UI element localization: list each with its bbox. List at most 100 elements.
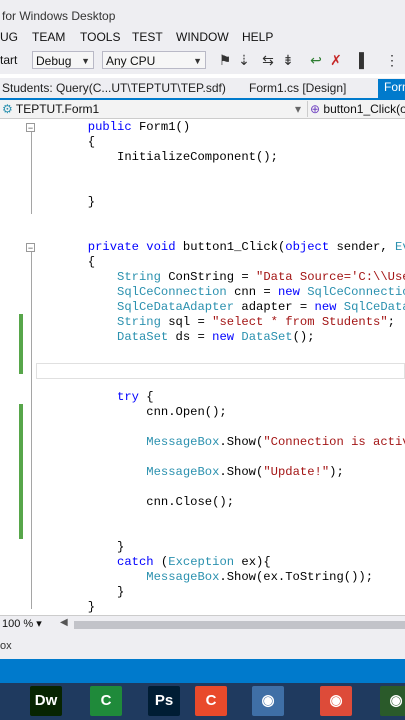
- bookmark-icon[interactable]: ↩: [308, 52, 324, 68]
- code-token: SqlCeDataAdapte: [343, 300, 405, 314]
- code-token: new: [314, 300, 337, 314]
- code-line[interactable]: }: [0, 195, 95, 210]
- window-title: for Windows Desktop: [2, 9, 116, 23]
- code-token: (: [153, 555, 169, 569]
- code-token: sql =: [160, 315, 213, 329]
- step-icon[interactable]: ⇆: [260, 52, 276, 68]
- menu-tools[interactable]: TOOLS: [80, 30, 120, 44]
- code-token: cnn.Open();: [0, 405, 227, 419]
- class-dropdown[interactable]: ⚙ TEPTUT.Form1: [2, 101, 99, 117]
- code-token: ;: [387, 315, 395, 329]
- menu-team[interactable]: TEAM: [32, 30, 65, 44]
- code-line[interactable]: SqlCeDataAdapter adapter = new SqlCeData…: [0, 300, 405, 315]
- code-line[interactable]: }: [0, 600, 95, 615]
- code-editor[interactable]: − − public Form1() { InitializeComponent…: [0, 119, 405, 615]
- code-token: }: [0, 600, 96, 614]
- remove-bookmark-icon[interactable]: ✗: [328, 52, 344, 68]
- dreamweaver-icon[interactable]: Dw: [30, 686, 62, 716]
- config-dropdown[interactable]: Debug ▼: [32, 51, 94, 69]
- chevron-down-icon: ▼: [81, 56, 90, 66]
- code-token: SqlCeConnection: [307, 285, 405, 299]
- code-token: object: [285, 240, 330, 254]
- code-line[interactable]: MessageBox.Show("Connection is active!")…: [0, 435, 405, 450]
- code-line[interactable]: {: [0, 255, 95, 270]
- code-token: }: [0, 585, 125, 599]
- code-token: "Data Source='C:\\Users\\J: [256, 270, 405, 284]
- code-line[interactable]: }: [0, 540, 124, 555]
- platform-dropdown[interactable]: Any CPU ▼: [102, 51, 206, 69]
- code-line[interactable]: MessageBox.Show(ex.ToString());: [0, 570, 373, 585]
- code-token: private: [87, 240, 139, 254]
- code-token: new: [277, 285, 300, 299]
- code-token: MessageBox: [146, 570, 220, 584]
- show-next-icon[interactable]: ⇟: [280, 52, 296, 68]
- photoshop-icon[interactable]: Ps: [148, 686, 180, 716]
- hex-icon[interactable]: ⇣: [236, 52, 252, 68]
- code-line[interactable]: MessageBox.Show("Update!");: [0, 465, 344, 480]
- member-dropdown-value: button1_Click(o: [323, 102, 405, 116]
- scroll-left-icon[interactable]: ◀: [60, 617, 68, 628]
- code-token: String: [117, 270, 161, 284]
- chevron-down-icon[interactable]: ▾: [295, 101, 301, 117]
- horizontal-scrollbar[interactable]: [74, 621, 405, 629]
- chrome-icon[interactable]: ◉: [380, 686, 405, 716]
- chrome-icon[interactable]: ◉: [320, 686, 352, 716]
- code-token: .Show(: [219, 465, 264, 479]
- tab-students-query[interactable]: Students: Query(C...UT\TEPTUT\TEP.sdf): [2, 81, 226, 95]
- menu-window[interactable]: WINDOW: [176, 30, 229, 44]
- taskbar: Dw C Ps C ◉ ◉ ◉: [0, 683, 405, 720]
- code-token: SqlCeDataAdapter: [117, 300, 235, 314]
- code-line[interactable]: InitializeComponent();: [0, 150, 278, 165]
- code-line[interactable]: }: [0, 585, 124, 600]
- tab-form1-design[interactable]: Form1.cs [Design]: [249, 81, 346, 95]
- code-line[interactable]: String sql = "select * from Students";: [0, 315, 395, 330]
- chevron-down-icon: ▼: [193, 56, 202, 66]
- camtasia-recorder-icon[interactable]: C: [195, 686, 227, 716]
- toggle-bookmark-icon[interactable]: ▌: [356, 52, 372, 68]
- code-token: void: [146, 240, 176, 254]
- menu-debug[interactable]: UG: [0, 30, 18, 44]
- attach-icon[interactable]: ⚑: [217, 52, 233, 68]
- code-line[interactable]: private void button1_Click(object sender…: [0, 240, 405, 255]
- code-line[interactable]: cnn.Open();: [0, 405, 227, 420]
- class-dropdown-value: TEPTUT.Form1: [15, 102, 100, 116]
- code-token: cnn =: [226, 285, 278, 299]
- code-line[interactable]: DataSet ds = new DataSet();: [0, 330, 315, 345]
- zoom-dropdown[interactable]: 100 % ▾: [2, 617, 42, 630]
- camtasia-icon[interactable]: C: [90, 686, 122, 716]
- start-button[interactable]: tart: [0, 53, 17, 67]
- code-token: DataSet: [117, 330, 169, 344]
- title-bar: for Windows Desktop: [0, 0, 405, 30]
- code-line[interactable]: String ConString = "Data Source='C:\\Use…: [0, 270, 405, 285]
- tab-form1-cs[interactable]: Form: [378, 79, 405, 98]
- menu-help[interactable]: HELP: [242, 30, 273, 44]
- chrome-icon[interactable]: ◉: [252, 686, 284, 716]
- output-label[interactable]: ox: [0, 640, 12, 652]
- menu-test[interactable]: TEST: [132, 30, 163, 44]
- member-dropdown[interactable]: ⊕ button1_Click(o: [307, 101, 405, 117]
- code-token: sender,: [329, 240, 395, 254]
- code-token: {: [0, 135, 96, 149]
- more-icon[interactable]: ⋮: [384, 52, 400, 68]
- code-line[interactable]: try {: [0, 390, 154, 405]
- code-token: try: [117, 390, 139, 404]
- method-icon: ⊕: [310, 102, 321, 116]
- code-line[interactable]: public Form1(): [0, 120, 190, 135]
- code-line[interactable]: SqlCeConnection cnn = new SqlCeConnectio…: [0, 285, 405, 300]
- code-line[interactable]: {: [0, 135, 95, 150]
- code-line[interactable]: catch (Exception ex){: [0, 555, 271, 570]
- code-token: adapter =: [234, 300, 315, 314]
- class-icon: ⚙: [2, 102, 13, 116]
- code-token: new: [212, 330, 235, 344]
- code-token: String: [117, 315, 161, 329]
- code-line[interactable]: cnn.Close();: [0, 495, 234, 510]
- code-token: public: [87, 120, 132, 134]
- zoom-value: 100 %: [2, 618, 34, 630]
- code-token: "select * from Students": [212, 315, 388, 329]
- code-token: .Show(: [219, 435, 264, 449]
- code-token: .Show(ex.ToString());: [219, 570, 374, 584]
